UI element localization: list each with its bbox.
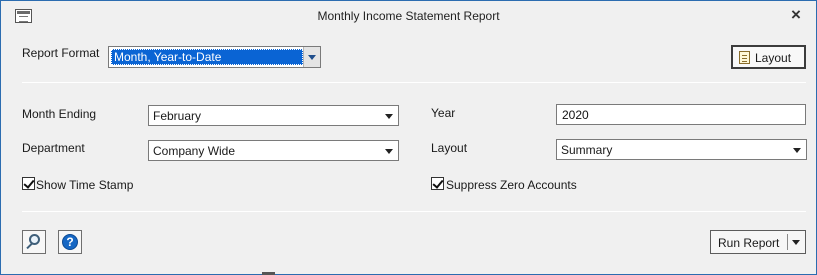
chevron-down-icon — [385, 149, 393, 154]
suppress-zero-accounts-checkbox[interactable] — [431, 177, 444, 190]
show-time-stamp-label: Show Time Stamp — [36, 178, 134, 192]
report-format-dropdown-button[interactable] — [303, 47, 320, 67]
department-select[interactable]: Company Wide — [148, 140, 399, 161]
report-format-value: Month, Year-to-Date — [111, 49, 303, 65]
layout-select[interactable]: Summary — [556, 139, 807, 160]
window-title: Monthly Income Statement Report — [317, 9, 500, 23]
magnifier-icon — [29, 234, 40, 245]
report-format-label: Report Format — [22, 46, 100, 60]
title-bar: Monthly Income Statement Report × — [1, 1, 816, 31]
run-report-label: Run Report — [718, 236, 780, 250]
suppress-zero-accounts-label: Suppress Zero Accounts — [446, 178, 577, 192]
month-ending-value: February — [153, 109, 202, 123]
search-button[interactable] — [22, 230, 46, 254]
run-report-button[interactable]: Run Report — [710, 230, 806, 254]
chevron-down-icon — [385, 114, 393, 119]
layout-button[interactable]: Layout — [731, 45, 806, 69]
year-label: Year — [431, 106, 456, 120]
layout-label: Layout — [431, 141, 468, 155]
split-divider — [787, 234, 788, 250]
help-button[interactable]: ? — [58, 230, 82, 254]
chevron-down-icon — [793, 148, 801, 153]
layout-document-icon — [739, 51, 750, 64]
report-format-select[interactable]: Month, Year-to-Date — [108, 46, 321, 68]
show-time-stamp-checkbox[interactable] — [22, 177, 35, 190]
report-format-value-text: Month, Year-to-Date — [114, 50, 222, 64]
layout-value: Summary — [561, 143, 613, 157]
year-input-box[interactable] — [556, 104, 806, 125]
layout-button-label: Layout — [755, 51, 792, 65]
report-dialog: Monthly Income Statement Report × Report… — [0, 0, 817, 275]
run-report-dropdown-icon[interactable] — [792, 240, 800, 245]
chevron-down-icon — [308, 55, 316, 60]
month-ending-select[interactable]: February — [148, 105, 399, 126]
department-value: Company Wide — [153, 144, 236, 158]
year-input[interactable] — [557, 105, 805, 124]
help-icon: ? — [62, 234, 78, 250]
month-ending-label: Month Ending — [22, 107, 97, 121]
department-label: Department — [22, 141, 85, 155]
separator-top — [22, 82, 806, 83]
close-icon[interactable]: × — [786, 5, 806, 25]
separator-bottom — [22, 211, 806, 212]
